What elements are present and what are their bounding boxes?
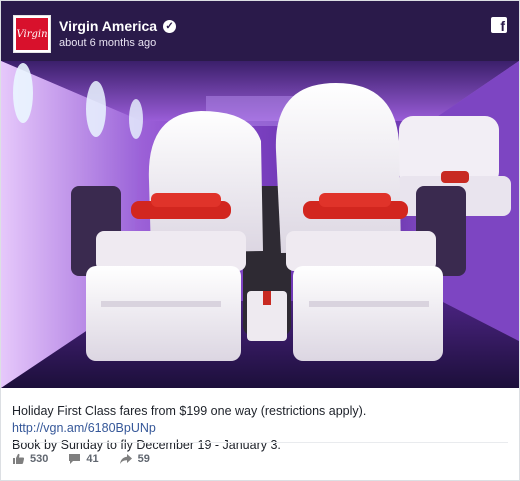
- comment-count-label: 41: [86, 453, 99, 465]
- facebook-logo-icon[interactable]: f: [491, 17, 507, 34]
- caption-link[interactable]: http://vgn.am/6180BpUNp: [12, 421, 156, 435]
- page-avatar[interactable]: Virgin: [13, 15, 51, 53]
- virgin-logo-icon: Virgin: [16, 18, 48, 50]
- post-timestamp[interactable]: about 6 months ago: [59, 37, 156, 49]
- thumbs-up-icon: [13, 453, 25, 464]
- facebook-post-card: Virgin Virgin America ✓ about 6 months a…: [0, 0, 520, 481]
- share-arrow-icon: [119, 454, 132, 464]
- verified-check-icon: ✓: [163, 19, 177, 33]
- engagement-stats: 530 41 59: [12, 453, 170, 465]
- like-count-label: 530: [30, 453, 49, 465]
- caption-text: Holiday First Class fares from $199 one …: [12, 404, 367, 418]
- caption-line-two: Book by Sunday to fly December 19 - Janu…: [12, 438, 281, 452]
- share-count[interactable]: 59: [119, 453, 150, 465]
- share-count-label: 59: [137, 453, 150, 465]
- post-caption: Holiday First Class fares from $199 one …: [12, 403, 512, 454]
- page-name-row: Virgin America ✓: [59, 18, 177, 34]
- comment-bubble-icon: [69, 454, 81, 464]
- comment-count[interactable]: 41: [68, 453, 99, 465]
- stats-divider: [12, 442, 508, 443]
- post-header: Virgin Virgin America ✓ about 6 months a…: [1, 1, 519, 61]
- page-name-link[interactable]: Virgin America: [59, 18, 157, 34]
- like-count[interactable]: 530: [12, 453, 48, 465]
